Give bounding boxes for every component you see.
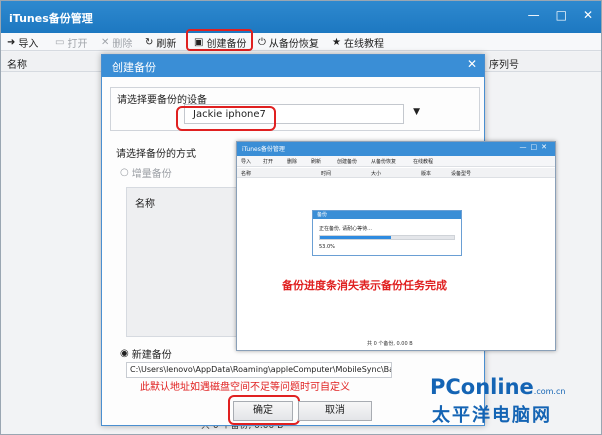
device-highlight <box>176 106 276 131</box>
inset-table-header: 名称 时间 大小 版本 设备型号 <box>237 168 555 178</box>
new-backup-label: 新建备份 <box>131 350 172 361</box>
restore-button[interactable]: ⏻ 从备份恢复 <box>258 35 319 50</box>
path-note: 此默认地址如遇磁盘空间不足等问题时可自定义 <box>140 382 350 393</box>
watermark-brand: PConline.com.cn <box>430 375 565 399</box>
refresh-button[interactable]: ↻ 刷新 <box>145 35 176 50</box>
progress-fill <box>320 236 392 239</box>
main-toolbar: ➜ 导入 ▭ 打开 ✕ 删除 ↻ 刷新 ▣ 创建备份 ⏻ 从备份恢复 ★ 在线教… <box>1 33 601 51</box>
ok-highlight <box>228 395 300 425</box>
column-serial[interactable]: 序列号 <box>489 56 519 71</box>
progress-bar <box>319 235 455 240</box>
inset-col-size: 大小 <box>371 171 382 177</box>
minimize-button[interactable]: — <box>528 7 540 23</box>
incremental-label: 增量备份 <box>131 169 172 180</box>
dialog-title: 创建备份 <box>112 61 156 74</box>
main-title-bar: iTunes备份管理 — □ ✕ <box>1 1 601 33</box>
close-button[interactable]: ✕ <box>583 7 593 23</box>
inset-title: iTunes备份管理 <box>242 146 285 153</box>
inset-toolbar-restore: 从备份恢复 <box>371 159 397 165</box>
inset-toolbar-open: 打开 <box>263 159 274 165</box>
mode-label: 请选择备份的方式 <box>116 149 196 160</box>
inset-toolbar-import: 导入 <box>241 159 252 165</box>
inset-col-model: 设备型号 <box>451 171 472 177</box>
import-icon: ➜ <box>7 37 16 48</box>
folder-icon: ▭ <box>55 37 65 48</box>
pconline-watermark: PConline.com.cn 太平洋电脑网 <box>430 375 598 430</box>
list-header-name: 名称 <box>135 199 155 210</box>
inset-title-bar: iTunes备份管理 —□✕ <box>237 142 555 156</box>
inset-col-time: 时间 <box>321 171 332 177</box>
inset-col-version: 版本 <box>421 171 432 177</box>
watermark-domain: .com.cn <box>533 387 566 396</box>
inset-toolbar-refresh: 刷新 <box>311 159 322 165</box>
watermark-brand-text: PConline <box>430 375 534 399</box>
watermark-chinese: 太平洋电脑网 <box>432 405 552 426</box>
inset-caption: 备份进度条消失表示备份任务完成 <box>282 279 447 292</box>
star-icon: ★ <box>332 37 341 48</box>
progress-percent: 53.0% <box>319 244 335 250</box>
inset-progress-title: 备份 <box>313 211 461 219</box>
inset-status-text: 共 0 个备份, 0.00 B <box>367 341 413 347</box>
new-backup-radio[interactable]: ◉ 新建备份 <box>120 346 172 361</box>
inset-toolbar: 导入 打开 删除 刷新 创建备份 从备份恢复 在线教程 <box>237 156 555 167</box>
device-group: 请选择要备份的设备 Jackie iphone7 ▼ <box>110 87 480 131</box>
radio-checked-icon: ◉ <box>120 348 129 359</box>
inset-screenshot: iTunes备份管理 —□✕ 导入 打开 删除 刷新 创建备份 从备份恢复 在线… <box>236 141 556 351</box>
tutorial-button[interactable]: ★ 在线教程 <box>332 35 384 50</box>
incremental-radio[interactable]: ○ 增量备份 <box>120 165 172 180</box>
inset-window-buttons: —□✕ <box>519 143 551 151</box>
inset-progress-dialog: 备份 正在备份, 请耐心等待... 53.0% <box>312 210 462 256</box>
inset-toolbar-create: 创建备份 <box>337 159 358 165</box>
tutorial-label: 在线教程 <box>343 39 384 50</box>
refresh-label: 刷新 <box>156 39 177 50</box>
refresh-icon: ↻ <box>145 37 154 48</box>
power-icon: ⏻ <box>258 37 266 48</box>
dialog-close-icon[interactable]: ✕ <box>467 57 477 71</box>
inset-toolbar-delete: 删除 <box>287 159 298 165</box>
delete-icon: ✕ <box>101 37 110 48</box>
restore-label: 从备份恢复 <box>268 39 319 50</box>
create-backup-highlight <box>186 29 253 51</box>
radio-unchecked-icon: ○ <box>120 167 129 178</box>
backup-path-field[interactable]: C:\Users\lenovo\AppData\Roaming\appleCom… <box>126 362 392 378</box>
delete-label: 删除 <box>112 39 133 50</box>
app-title: iTunes备份管理 <box>9 12 93 25</box>
delete-button[interactable]: ✕ 删除 <box>101 35 132 50</box>
inset-col-name: 名称 <box>241 171 252 177</box>
dialog-title-bar: 创建备份 ✕ <box>102 55 484 77</box>
maximize-button[interactable]: □ <box>556 7 567 23</box>
chevron-down-icon[interactable]: ▼ <box>413 107 420 117</box>
inset-progress-message: 正在备份, 请耐心等待... <box>319 226 372 232</box>
open-button[interactable]: ▭ 打开 <box>55 35 87 50</box>
import-label: 导入 <box>18 39 39 50</box>
cancel-button[interactable]: 取消 <box>298 401 372 421</box>
inset-toolbar-tutorial: 在线教程 <box>413 159 434 165</box>
column-name[interactable]: 名称 <box>7 56 27 71</box>
import-button[interactable]: ➜ 导入 <box>7 35 38 50</box>
open-label: 打开 <box>67 39 88 50</box>
